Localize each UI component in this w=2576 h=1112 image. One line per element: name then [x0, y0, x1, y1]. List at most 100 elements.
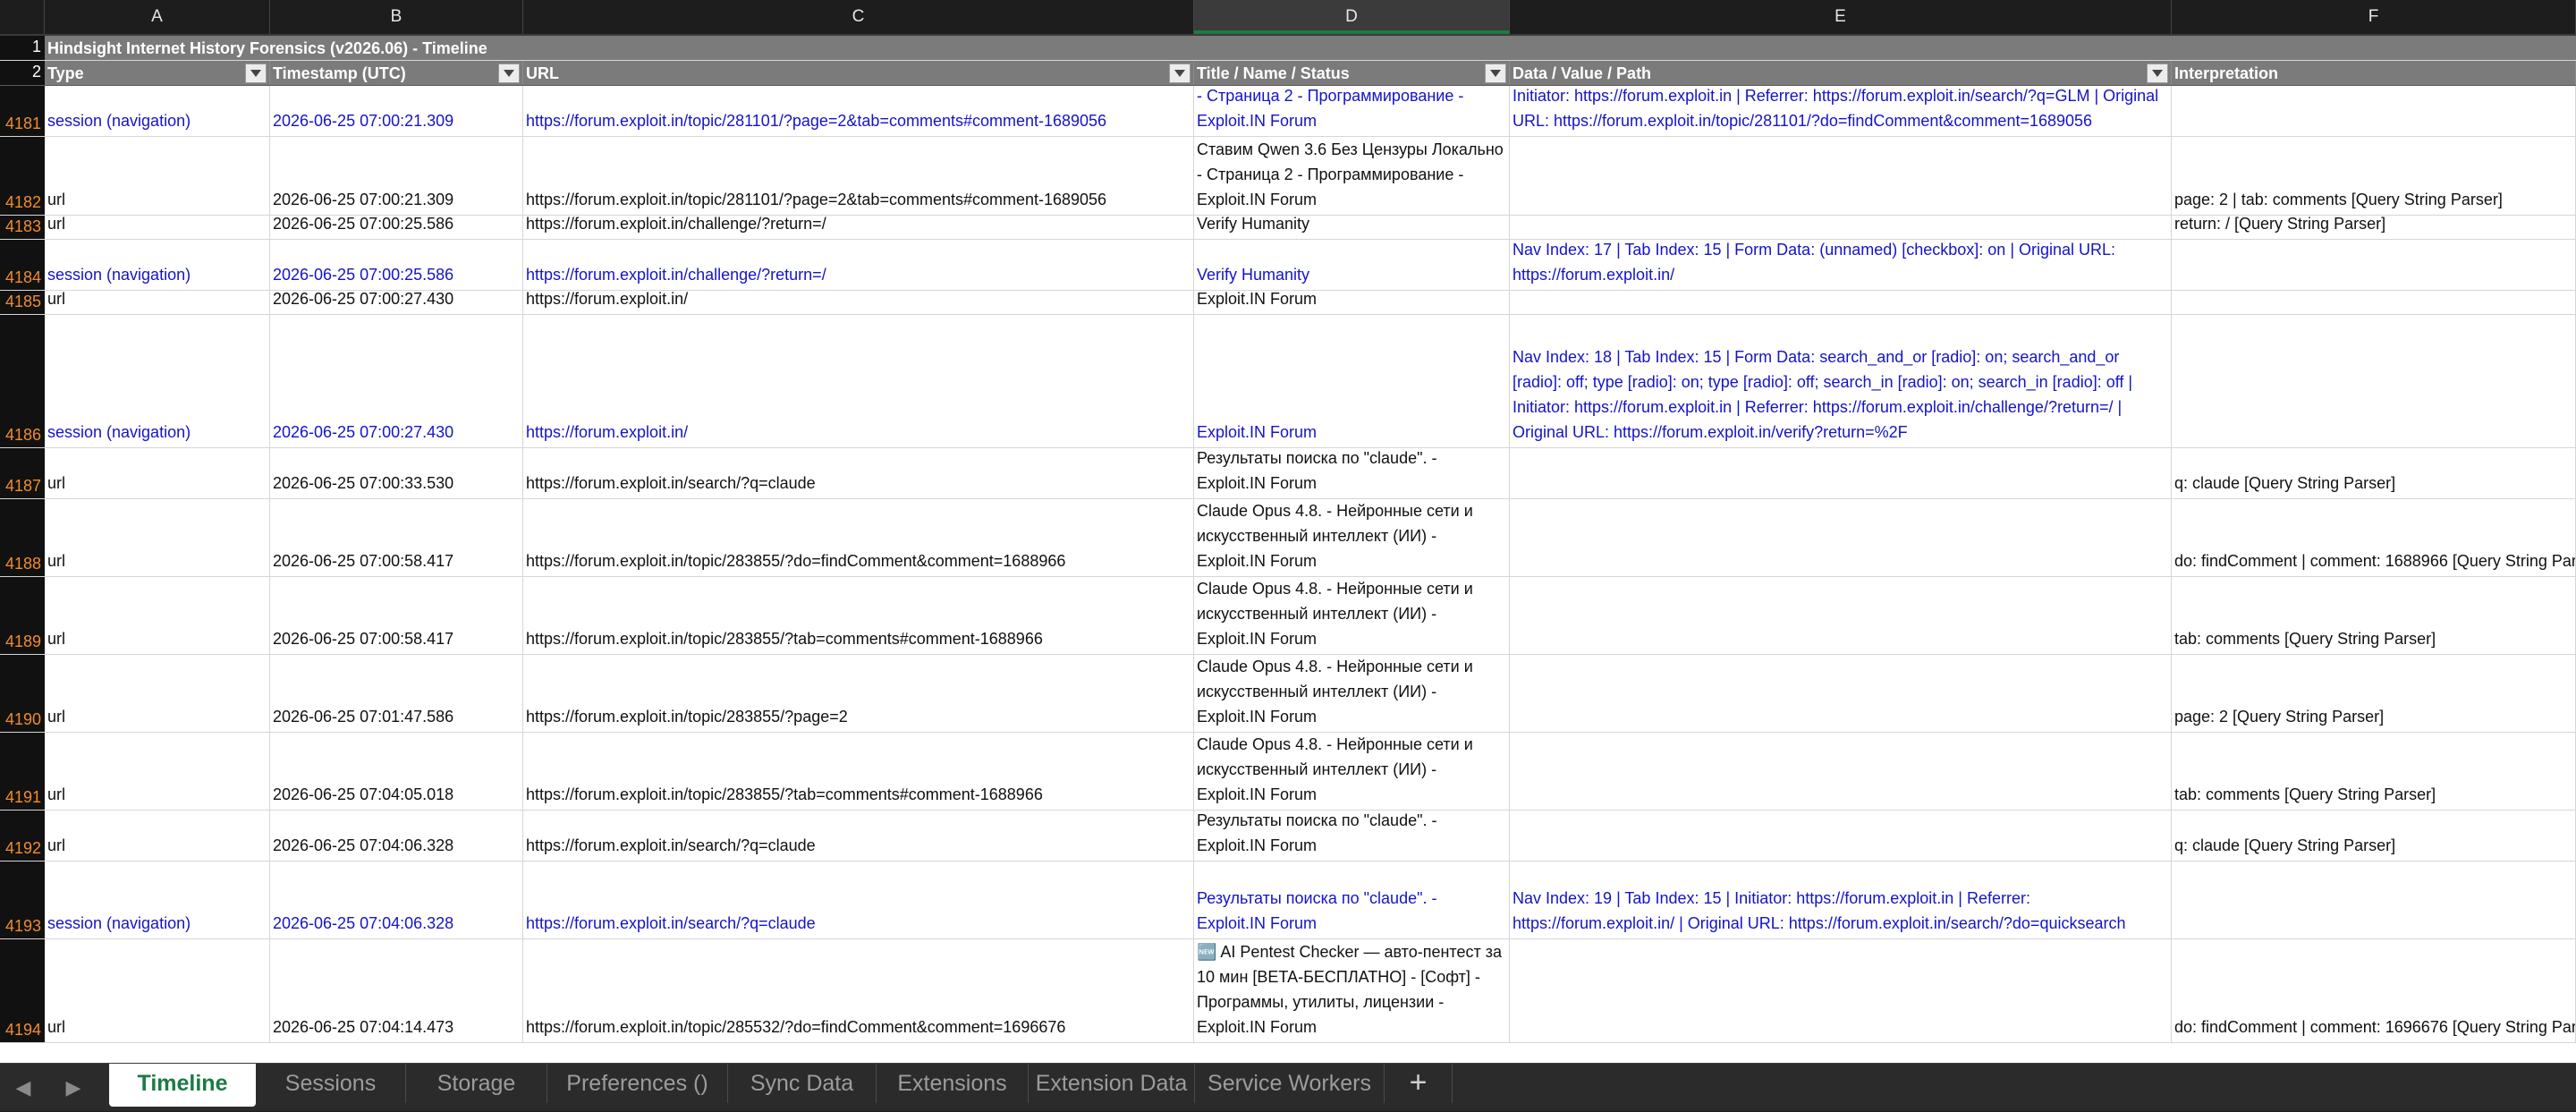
url-cell[interactable]: https://forum.exploit.in/search/?q=claud…	[523, 862, 1194, 938]
tab-extension-data[interactable]: Extension Data	[1029, 1064, 1195, 1103]
timestamp-cell[interactable]: 2026-06-25 07:00:21.309	[270, 137, 523, 215]
timestamp-cell[interactable]: 2026-06-25 07:00:58.417	[270, 577, 523, 654]
row-number[interactable]: 4190	[0, 655, 45, 732]
url-cell[interactable]: https://forum.exploit.in/topic/283855/?t…	[523, 577, 1194, 654]
title-cell[interactable]: Verify Humanity	[1194, 240, 1510, 290]
table-row[interactable]: 4186 session (navigation) 2026-06-25 07:00…	[0, 315, 2576, 448]
url-cell[interactable]: https://forum.exploit.in/	[523, 291, 1194, 314]
url-cell[interactable]: https://forum.exploit.in/topic/285532/?d…	[523, 939, 1194, 1042]
title-cell[interactable]: Claude Opus 4.8. - Нейронные сети и иску…	[1194, 733, 1510, 810]
table-row[interactable]: 4183 url 2026-06-25 07:00:25.586 https://fo…	[0, 216, 2576, 240]
url-cell[interactable]: https://forum.exploit.in/search/?q=claud…	[523, 448, 1194, 498]
data-cell[interactable]	[1510, 216, 2172, 239]
timestamp-cell[interactable]: 2026-06-25 07:00:21.309	[270, 86, 523, 136]
select-all-corner[interactable]	[0, 0, 45, 34]
table-row[interactable]: 4193 session (navigation) 2026-06-25 07:04…	[0, 862, 2576, 939]
interpretation-cell[interactable]: page: 2 [Query String Parser]	[2172, 655, 2576, 732]
timestamp-cell[interactable]: 2026-06-25 07:04:14.473	[270, 939, 523, 1042]
column-header-d[interactable]: D	[1194, 0, 1510, 34]
data-cell[interactable]	[1510, 291, 2172, 314]
title-cell[interactable]: Claude Opus 4.8. - Нейронные сети и иску…	[1194, 577, 1510, 654]
column-title-interpretation[interactable]: Interpretation	[2172, 61, 2576, 85]
data-cell[interactable]: Nav Index: 19 | Tab Index: 15 | Initiato…	[1510, 862, 2172, 938]
title-cell[interactable]: Verify Humanity	[1194, 216, 1510, 239]
column-header-e[interactable]: E	[1510, 0, 2172, 34]
table-row[interactable]: 4185 url 2026-06-25 07:00:27.430 https://fo…	[0, 291, 2576, 315]
column-title-timestamp[interactable]: Timestamp (UTC)	[270, 61, 523, 85]
column-title-data[interactable]: Data / Value / Path	[1510, 61, 2172, 85]
url-cell[interactable]: https://forum.exploit.in/challenge/?retu…	[523, 240, 1194, 290]
title-cell[interactable]: Claude Opus 4.8. - Нейронные сети и иску…	[1194, 655, 1510, 732]
url-cell[interactable]: https://forum.exploit.in/topic/281101/?p…	[523, 86, 1194, 136]
interpretation-cell[interactable]	[2172, 315, 2576, 447]
sheet-title[interactable]: Hindsight Internet History Forensics (v2…	[45, 36, 2576, 60]
table-row[interactable]: 4181 session (navigation) 2026-06-25 07:00…	[0, 86, 2576, 137]
tab-preferences[interactable]: Preferences ()	[547, 1064, 728, 1103]
timestamp-cell[interactable]: 2026-06-25 07:04:06.328	[270, 862, 523, 938]
filter-dropdown-icon[interactable]	[1485, 64, 1506, 83]
type-cell[interactable]: session (navigation)	[45, 315, 270, 447]
interpretation-cell[interactable]	[2172, 240, 2576, 290]
tab-extensions[interactable]: Extensions	[877, 1064, 1029, 1103]
type-cell[interactable]: url	[45, 448, 270, 498]
interpretation-cell[interactable]: do: findComment | comment: 1688966 [Quer…	[2172, 499, 2576, 576]
type-cell[interactable]: url	[45, 655, 270, 732]
row-number[interactable]: 4191	[0, 733, 45, 810]
timestamp-cell[interactable]: 2026-06-25 07:00:33.530	[270, 448, 523, 498]
data-cell[interactable]	[1510, 655, 2172, 732]
type-cell[interactable]: url	[45, 291, 270, 314]
spreadsheet-grid[interactable]: ABCDEF 1 Hindsight Internet History Foren…	[0, 0, 2576, 1063]
table-row[interactable]: 4184 session (navigation) 2026-06-25 07:00…	[0, 240, 2576, 291]
chevron-left-icon[interactable]: ◀	[5, 1064, 41, 1112]
data-cell[interactable]	[1510, 137, 2172, 215]
interpretation-cell[interactable]	[2172, 291, 2576, 314]
title-cell[interactable]: Claude Opus 4.8. - Нейронные сети и иску…	[1194, 499, 1510, 576]
table-row[interactable]: 4192 url 2026-06-25 07:04:06.328 https://fo…	[0, 811, 2576, 862]
row-number[interactable]: 4183	[0, 216, 45, 239]
title-cell[interactable]: Ставим Qwen 3.6 Без Цензуры Локально - С…	[1194, 137, 1510, 215]
data-cell[interactable]	[1510, 939, 2172, 1042]
data-cell[interactable]	[1510, 811, 2172, 861]
type-cell[interactable]: url	[45, 216, 270, 239]
row-number[interactable]: 4182	[0, 137, 45, 215]
column-title-type[interactable]: Type	[45, 61, 270, 85]
timestamp-cell[interactable]: 2026-06-25 07:00:25.586	[270, 240, 523, 290]
row-number[interactable]: 4193	[0, 862, 45, 938]
row-number[interactable]: 4187	[0, 448, 45, 498]
table-row[interactable]: 4189 url 2026-06-25 07:00:58.417 https://fo…	[0, 577, 2576, 655]
title-cell[interactable]: Результаты поиска по "claude". - Exploit…	[1194, 862, 1510, 938]
type-cell[interactable]: url	[45, 577, 270, 654]
interpretation-cell[interactable]: tab: comments [Query String Parser]	[2172, 733, 2576, 810]
timestamp-cell[interactable]: 2026-06-25 07:01:47.586	[270, 655, 523, 732]
column-title-title[interactable]: Title / Name / Status	[1194, 61, 1510, 85]
tab-sessions[interactable]: Sessions	[256, 1064, 406, 1103]
row-number[interactable]: 4194	[0, 939, 45, 1042]
data-cell[interactable]	[1510, 733, 2172, 810]
data-cell[interactable]	[1510, 499, 2172, 576]
filter-dropdown-icon[interactable]	[498, 64, 520, 83]
filter-dropdown-icon[interactable]	[245, 64, 267, 83]
timestamp-cell[interactable]: 2026-06-25 07:00:27.430	[270, 291, 523, 314]
url-cell[interactable]: https://forum.exploit.in/topic/283855/?d…	[523, 499, 1194, 576]
timestamp-cell[interactable]: 2026-06-25 07:00:25.586	[270, 216, 523, 239]
row-number[interactable]: 4192	[0, 811, 45, 861]
title-cell[interactable]: Exploit.IN Forum	[1194, 315, 1510, 447]
title-cell[interactable]: Результаты поиска по "claude". - Exploit…	[1194, 448, 1510, 498]
table-row[interactable]: 4194 url 2026-06-25 07:04:14.473 https://fo…	[0, 939, 2576, 1043]
url-cell[interactable]: https://forum.exploit.in/challenge/?retu…	[523, 216, 1194, 239]
chevron-right-icon[interactable]: ▶	[55, 1064, 91, 1112]
interpretation-cell[interactable]: page: 2 | tab: comments [Query String Pa…	[2172, 137, 2576, 215]
column-header-c[interactable]: C	[523, 0, 1194, 34]
table-row[interactable]: 4187 url 2026-06-25 07:00:33.530 https://fo…	[0, 448, 2576, 499]
data-cell[interactable]: Nav Index: 18 | Tab Index: 15 | Form Dat…	[1510, 315, 2172, 447]
row-number[interactable]: 4189	[0, 577, 45, 654]
table-row[interactable]: 4188 url 2026-06-25 07:00:58.417 https://fo…	[0, 499, 2576, 577]
type-cell[interactable]: url	[45, 499, 270, 576]
tab-service-workers[interactable]: Service Workers	[1195, 1064, 1385, 1103]
interpretation-cell[interactable]: return: / [Query String Parser]	[2172, 216, 2576, 239]
row-number[interactable]: 4181	[0, 86, 45, 136]
url-cell[interactable]: https://forum.exploit.in/topic/283855/?p…	[523, 655, 1194, 732]
title-cell[interactable]: Результаты поиска по "claude". - Exploit…	[1194, 811, 1510, 861]
url-cell[interactable]: https://forum.exploit.in/search/?q=claud…	[523, 811, 1194, 861]
data-cell[interactable]	[1510, 577, 2172, 654]
